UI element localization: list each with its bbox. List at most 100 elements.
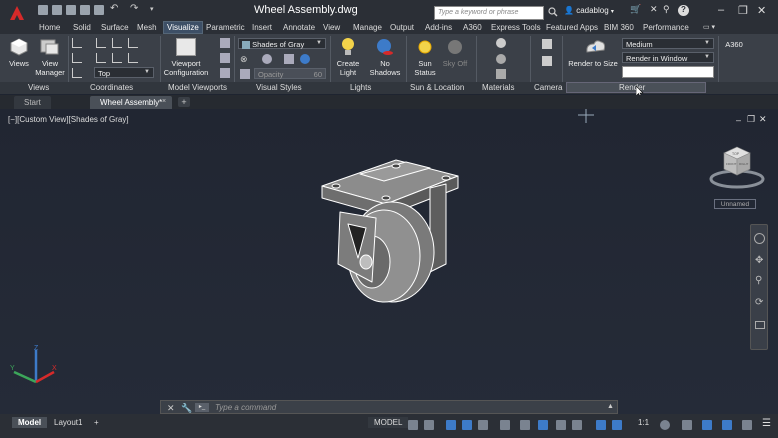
annotation-monitor-icon[interactable]: [682, 420, 692, 430]
viewport-controls-label[interactable]: [−][Custom View][Shades of Gray]: [8, 115, 129, 124]
wheel-assembly-model[interactable]: [310, 154, 470, 314]
grid-icon[interactable]: [408, 420, 418, 430]
ucs-named-icon[interactable]: [72, 68, 82, 78]
new-tab-icon[interactable]: +: [178, 97, 190, 107]
viewport-minimize-icon[interactable]: –: [736, 115, 741, 125]
no-shadows-icon[interactable]: [376, 38, 394, 56]
viewcube-front-face[interactable]: FRONT: [726, 162, 736, 166]
tab-view[interactable]: View: [320, 22, 343, 33]
object-snap-icon[interactable]: [520, 420, 530, 430]
group-sun-location[interactable]: Sun & Location: [410, 83, 464, 92]
close-icon[interactable]: ×: [162, 98, 166, 105]
ucs-z-axis-icon[interactable]: [128, 38, 138, 48]
help-icon[interactable]: ?: [678, 5, 689, 16]
shadows-icon[interactable]: [284, 54, 294, 64]
visual-style-dropdown[interactable]: Shades of Gray ▼: [238, 38, 326, 50]
transparency-icon[interactable]: [572, 420, 582, 430]
polar-icon[interactable]: [462, 420, 472, 430]
drawing-viewport[interactable]: [−][Custom View][Shades of Gray] – ❐ ✕ T…: [0, 109, 778, 414]
open-icon[interactable]: [52, 5, 62, 15]
isolate-objects-icon[interactable]: [702, 420, 712, 430]
object-snap-tracking-icon[interactable]: [500, 420, 510, 430]
annotation-visibility-icon[interactable]: [596, 420, 606, 430]
group-model-viewports[interactable]: Model Viewports: [168, 83, 227, 92]
viewport-configuration-button[interactable]: Viewport Configuration: [160, 59, 212, 77]
community-icon[interactable]: ⚲: [663, 4, 670, 15]
ucs-x-icon[interactable]: [96, 53, 106, 63]
command-line[interactable]: ✕ 🔧 ▸_ Type a command ▲: [160, 400, 618, 414]
full-navigation-wheel-icon[interactable]: [754, 233, 765, 244]
create-light-icon[interactable]: [340, 37, 356, 57]
isodraft-icon[interactable]: [478, 420, 488, 430]
layout-tab-model[interactable]: Model: [12, 417, 48, 428]
viewport-restore-icon[interactable]: ❐: [747, 114, 755, 125]
ucs-z-icon[interactable]: [128, 53, 138, 63]
view-manager-button[interactable]: View Manager: [34, 59, 66, 77]
command-prompt-icon[interactable]: ▸_: [195, 403, 209, 412]
views-icon[interactable]: [10, 38, 28, 56]
search-icon[interactable]: [548, 7, 558, 17]
command-input[interactable]: Type a command: [215, 403, 276, 412]
user-account[interactable]: 👤 cadablog ▾: [564, 6, 614, 15]
materials-browser-icon[interactable]: [496, 38, 506, 48]
tab-visualize[interactable]: Visualize: [163, 21, 203, 34]
tab-surface[interactable]: Surface: [98, 22, 132, 33]
group-visual-styles[interactable]: Visual Styles: [256, 83, 302, 92]
tab-a360[interactable]: A360: [460, 22, 485, 33]
auto-scale-icon[interactable]: [612, 420, 622, 430]
group-views[interactable]: Views: [28, 83, 49, 92]
sky-off-icon[interactable]: [446, 38, 464, 56]
sun-status-icon[interactable]: [416, 38, 434, 56]
no-shadows-button[interactable]: No Shadows: [368, 59, 402, 77]
sun-status-button[interactable]: Sun Status: [410, 59, 440, 77]
cart-icon[interactable]: 🛒: [630, 4, 641, 15]
viewcube-top-face[interactable]: TOP: [732, 152, 740, 156]
face-style-icon[interactable]: [262, 54, 272, 64]
save-icon[interactable]: [66, 5, 76, 15]
viewcube[interactable]: TOP FRONT RIGHT: [708, 143, 766, 193]
zoom-icon[interactable]: ⚲: [755, 275, 762, 286]
sky-off-button[interactable]: Sky Off: [440, 59, 470, 68]
tab-featured-apps[interactable]: Featured Apps: [543, 22, 601, 33]
print-icon[interactable]: [94, 5, 104, 15]
ucs-3point-icon[interactable]: [72, 53, 82, 63]
search-input[interactable]: Type a keyword or phrase: [434, 6, 544, 20]
close-icon[interactable]: ✕: [757, 4, 766, 17]
tab-bim-360[interactable]: BIM 360: [601, 22, 637, 33]
redo-icon[interactable]: ↷: [130, 3, 140, 14]
new-icon[interactable]: [38, 5, 48, 15]
tab-performance[interactable]: Performance: [640, 22, 692, 33]
ribbon-minimize-icon[interactable]: ▭ ▾: [700, 22, 718, 32]
layout-tab-layout1[interactable]: Layout1: [48, 417, 88, 428]
restore-viewports-icon[interactable]: [220, 68, 230, 78]
viewport-configuration-icon[interactable]: [176, 38, 196, 56]
orbit-icon[interactable]: ⟳: [755, 297, 763, 308]
file-tab-wheel-assembly[interactable]: Wheel Assembly*: [90, 96, 173, 109]
view-manager-icon[interactable]: [40, 38, 60, 56]
save-as-icon[interactable]: [80, 5, 90, 15]
group-lights[interactable]: Lights: [350, 83, 371, 92]
tab-insert[interactable]: Insert: [249, 22, 275, 33]
viewport-close-icon[interactable]: ✕: [759, 114, 767, 125]
ucs-menu-label[interactable]: Unnamed: [714, 199, 756, 209]
file-tab-start[interactable]: Start: [14, 96, 51, 109]
ucs-origin-icon[interactable]: [112, 38, 122, 48]
customization-menu-icon[interactable]: ☰: [756, 417, 777, 430]
opacity-icon[interactable]: [240, 69, 250, 79]
edge-effects-icon[interactable]: ⊗: [240, 54, 250, 64]
render-environment-field[interactable]: [622, 66, 714, 78]
pan-icon[interactable]: ✥: [755, 255, 763, 266]
command-line-close-icon[interactable]: ✕: [167, 403, 175, 414]
ortho-icon[interactable]: [446, 420, 456, 430]
material-mapping-icon[interactable]: [496, 69, 506, 79]
lineweight-icon[interactable]: [556, 420, 566, 430]
annotation-scale-dropdown[interactable]: 1:1: [632, 417, 655, 428]
tab-express-tools[interactable]: Express Tools: [488, 22, 544, 33]
ucs-y-icon[interactable]: [112, 53, 122, 63]
tab-solid[interactable]: Solid: [70, 22, 94, 33]
customize-qa-icon[interactable]: ▾: [150, 5, 160, 15]
workspace-gear-icon[interactable]: [660, 420, 670, 430]
tab-parametric[interactable]: Parametric: [203, 22, 248, 33]
ucs-world-icon[interactable]: [96, 38, 106, 48]
undo-icon[interactable]: ↶: [110, 3, 120, 14]
